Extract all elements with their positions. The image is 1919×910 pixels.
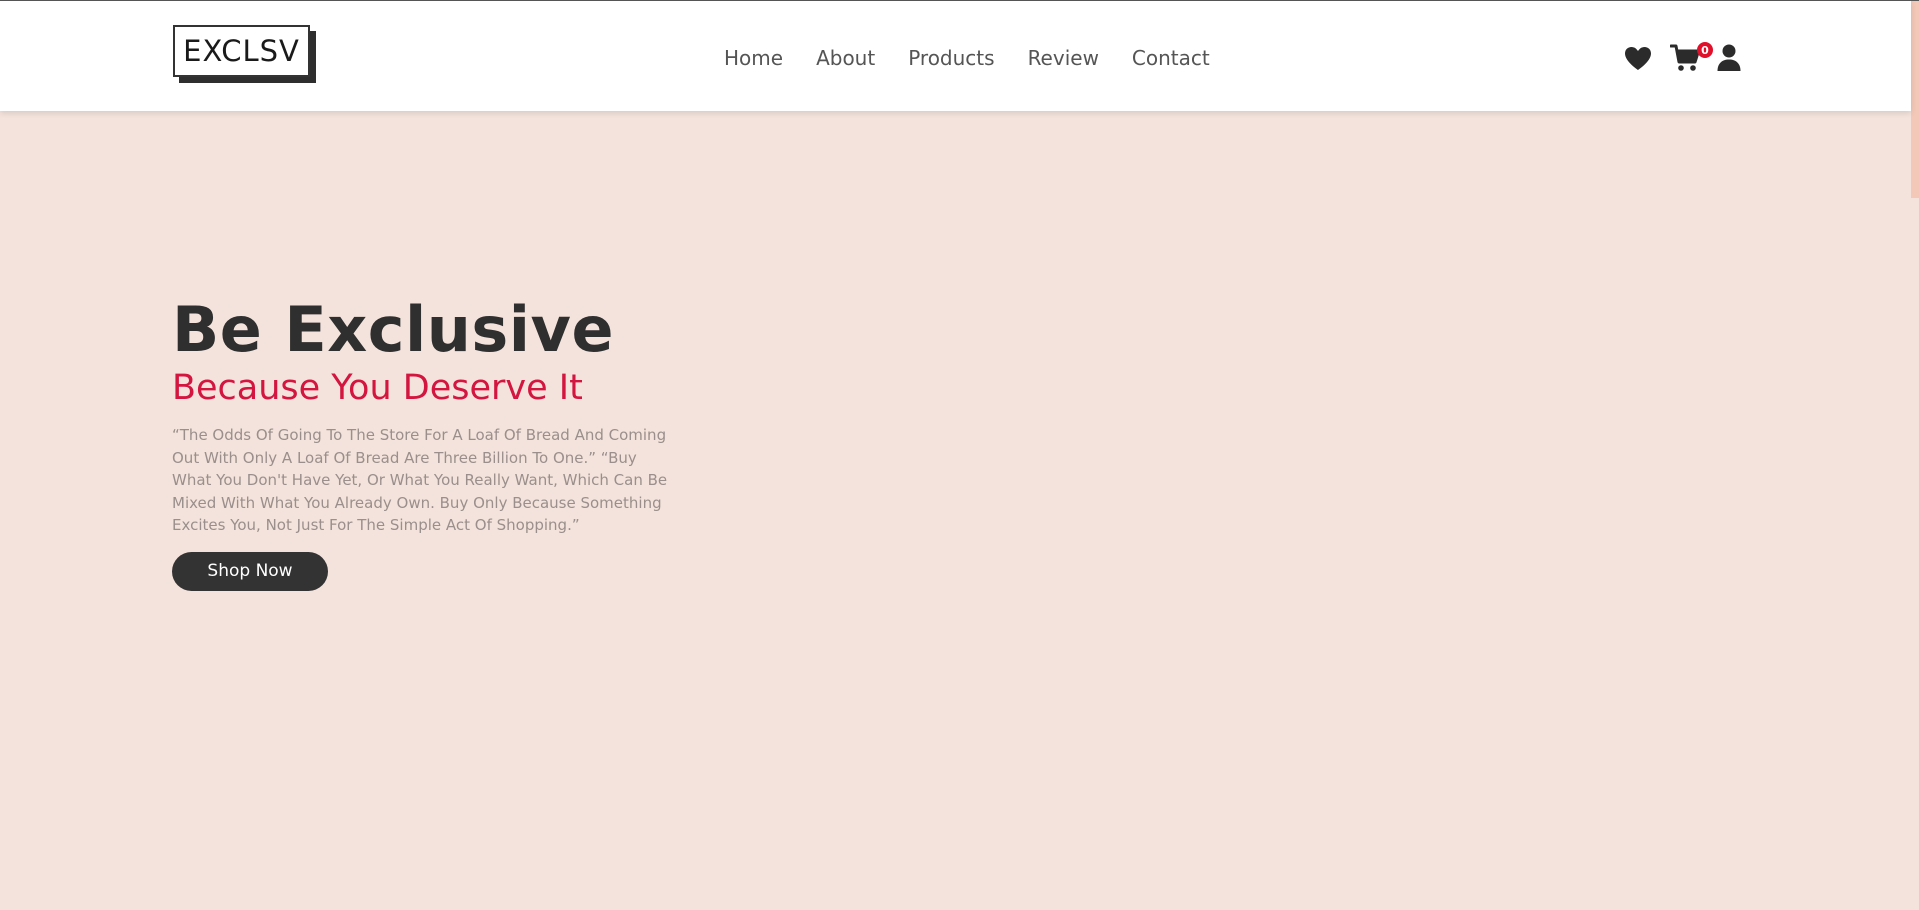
nav-review[interactable]: Review [1028, 44, 1099, 72]
hero-quote: “The Odds Of Going To The Store For A Lo… [172, 426, 668, 535]
cart-count-badge: 0 [1697, 42, 1713, 58]
site-header: EXCLSV Home About Products Review Contac… [0, 0, 1911, 111]
nav-contact[interactable]: Contact [1132, 44, 1210, 72]
page: EXCLSV Home About Products Review Contac… [0, 0, 1919, 910]
scrollbar-thumb[interactable] [1911, 1, 1919, 198]
hero-title: Be Exclusive [172, 293, 614, 366]
nav-home[interactable]: Home [724, 44, 783, 72]
logo[interactable]: EXCLSV [173, 25, 310, 77]
nav-products[interactable]: Products [908, 44, 994, 72]
nav-about[interactable]: About [816, 44, 875, 72]
cart-icon[interactable] [1670, 44, 1700, 72]
heart-icon[interactable] [1624, 46, 1652, 71]
main-nav: Home About Products Review Contact [724, 44, 1243, 72]
top-border [0, 0, 1919, 1]
hero-section: Be Exclusive Because You Deserve It “The… [172, 290, 692, 591]
shop-now-button[interactable]: Shop Now [172, 551, 328, 591]
user-icon[interactable] [1717, 44, 1741, 72]
hero-subtitle: Because You Deserve It [172, 368, 583, 408]
